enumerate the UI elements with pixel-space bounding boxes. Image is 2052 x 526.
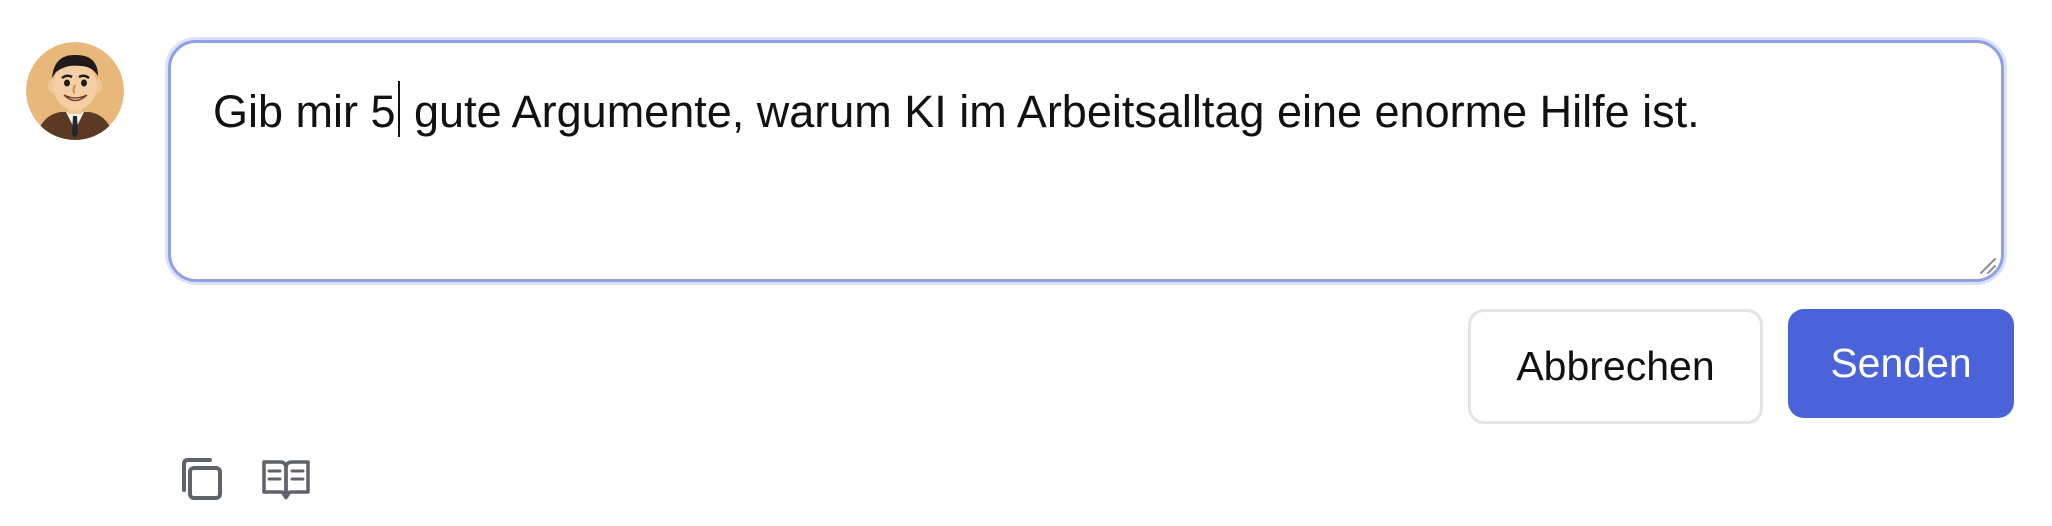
message-edit-field[interactable]: Gib mir 5 gute Argumente, warum KI im Ar… [168, 40, 2004, 282]
text-caret [397, 81, 400, 137]
resize-handle-icon[interactable] [1975, 253, 1997, 275]
cartoon-man-avatar-icon [26, 42, 124, 140]
message-edit-text[interactable]: Gib mir 5 gute Argumente, warum KI im Ar… [213, 81, 1961, 142]
copy-icon[interactable] [174, 452, 230, 508]
cancel-button[interactable]: Abbrechen [1468, 309, 1763, 424]
avatar [26, 42, 124, 140]
text-after-caret: gute Argumente, warum KI im Arbeitsallta… [401, 86, 1700, 137]
text-before-caret: Gib mir 5 [213, 86, 396, 137]
book-open-icon[interactable] [258, 452, 314, 508]
send-button[interactable]: Senden [1788, 309, 2014, 418]
